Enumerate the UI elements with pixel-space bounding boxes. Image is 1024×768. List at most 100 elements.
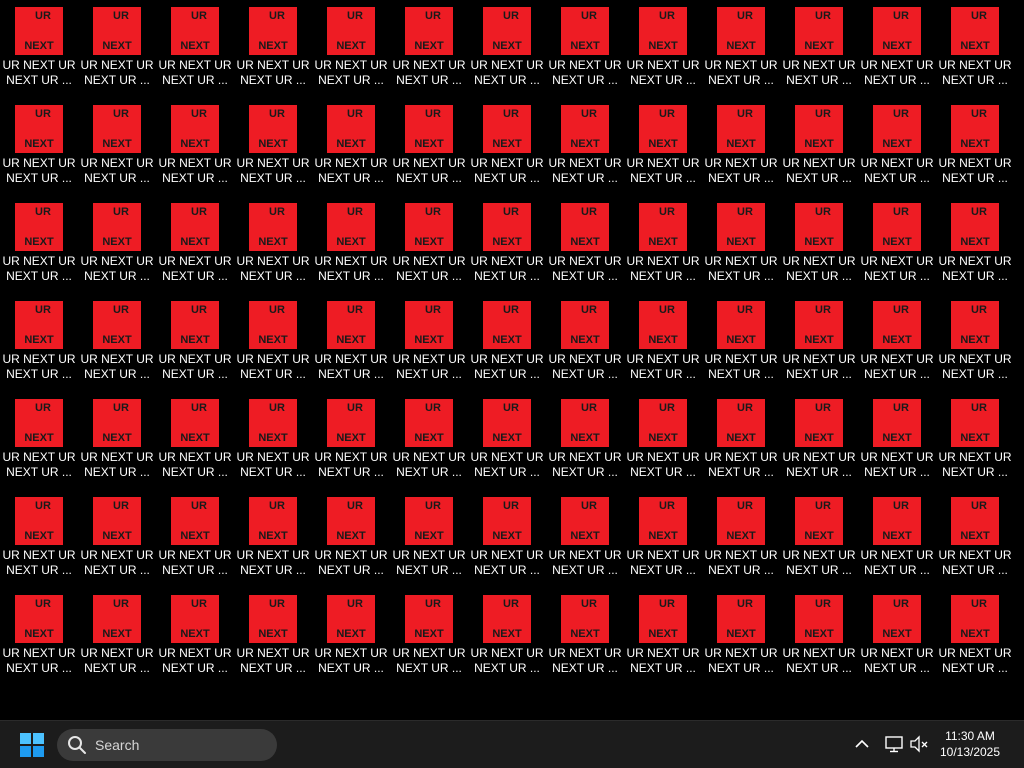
- desktop[interactable]: UR NEXT UR NEXT UR NEXT UR ... UR NEXT UR NEX…: [0, 0, 1024, 720]
- desktop-file-icon[interactable]: UR NEXT UR NEXT UR NEXT UR ...: [858, 196, 936, 294]
- desktop-file-icon[interactable]: UR NEXT UR NEXT UR NEXT UR ...: [312, 196, 390, 294]
- desktop-file-icon[interactable]: UR NEXT UR NEXT UR NEXT UR ...: [0, 196, 78, 294]
- desktop-file-icon[interactable]: UR NEXT UR NEXT UR NEXT UR ...: [702, 0, 780, 98]
- desktop-file-icon[interactable]: UR NEXT UR NEXT UR NEXT UR ...: [780, 196, 858, 294]
- thumbnail-top-text: UR: [815, 10, 831, 22]
- desktop-file-icon[interactable]: UR NEXT UR NEXT UR NEXT UR ...: [780, 588, 858, 686]
- desktop-file-icon[interactable]: UR NEXT UR NEXT UR NEXT UR ...: [468, 392, 546, 490]
- desktop-file-icon[interactable]: UR NEXT UR NEXT UR NEXT UR ...: [858, 490, 936, 588]
- system-clock[interactable]: 11:30 AM 10/13/2025: [934, 728, 1006, 760]
- desktop-file-icon[interactable]: UR NEXT UR NEXT UR NEXT UR ...: [702, 588, 780, 686]
- desktop-file-icon[interactable]: UR NEXT UR NEXT UR NEXT UR ...: [0, 294, 78, 392]
- desktop-file-icon[interactable]: UR NEXT UR NEXT UR NEXT UR ...: [78, 98, 156, 196]
- desktop-file-icon[interactable]: UR NEXT UR NEXT UR NEXT UR ...: [234, 490, 312, 588]
- desktop-file-icon[interactable]: UR NEXT UR NEXT UR NEXT UR ...: [78, 490, 156, 588]
- desktop-file-icon[interactable]: UR NEXT UR NEXT UR NEXT UR ...: [624, 588, 702, 686]
- desktop-file-icon[interactable]: UR NEXT UR NEXT UR NEXT UR ...: [78, 392, 156, 490]
- desktop-file-icon[interactable]: UR NEXT UR NEXT UR NEXT UR ...: [234, 0, 312, 98]
- desktop-file-icon[interactable]: UR NEXT UR NEXT UR NEXT UR ...: [624, 98, 702, 196]
- desktop-file-icon[interactable]: UR NEXT UR NEXT UR NEXT UR ...: [156, 196, 234, 294]
- start-button[interactable]: [14, 730, 50, 760]
- desktop-file-icon[interactable]: UR NEXT UR NEXT UR NEXT UR ...: [0, 0, 78, 98]
- desktop-file-icon[interactable]: UR NEXT UR NEXT UR NEXT UR ...: [858, 0, 936, 98]
- desktop-file-icon[interactable]: UR NEXT UR NEXT UR NEXT UR ...: [312, 392, 390, 490]
- desktop-file-icon[interactable]: UR NEXT UR NEXT UR NEXT UR ...: [780, 0, 858, 98]
- desktop-file-icon[interactable]: UR NEXT UR NEXT UR NEXT UR ...: [858, 588, 936, 686]
- desktop-file-icon[interactable]: UR NEXT UR NEXT UR NEXT UR ...: [468, 196, 546, 294]
- desktop-file-icon[interactable]: UR NEXT UR NEXT UR NEXT UR ...: [546, 196, 624, 294]
- desktop-file-icon[interactable]: UR NEXT UR NEXT UR NEXT UR ...: [702, 392, 780, 490]
- desktop-file-icon[interactable]: UR NEXT UR NEXT UR NEXT UR ...: [702, 196, 780, 294]
- desktop-file-icon[interactable]: UR NEXT UR NEXT UR NEXT UR ...: [390, 588, 468, 686]
- desktop-file-icon[interactable]: UR NEXT UR NEXT UR NEXT UR ...: [936, 294, 1014, 392]
- desktop-file-icon[interactable]: UR NEXT UR NEXT UR NEXT UR ...: [312, 294, 390, 392]
- desktop-file-icon[interactable]: UR NEXT UR NEXT UR NEXT UR ...: [78, 294, 156, 392]
- desktop-file-icon[interactable]: UR NEXT UR NEXT UR NEXT UR ...: [0, 98, 78, 196]
- desktop-file-icon[interactable]: UR NEXT UR NEXT UR NEXT UR ...: [234, 98, 312, 196]
- desktop-file-icon[interactable]: UR NEXT UR NEXT UR NEXT UR ...: [624, 392, 702, 490]
- desktop-file-icon[interactable]: UR NEXT UR NEXT UR NEXT UR ...: [858, 294, 936, 392]
- volume-button[interactable]: [908, 733, 930, 755]
- desktop-file-icon[interactable]: UR NEXT UR NEXT UR NEXT UR ...: [702, 98, 780, 196]
- desktop-file-icon[interactable]: UR NEXT UR NEXT UR NEXT UR ...: [546, 490, 624, 588]
- desktop-file-icon[interactable]: UR NEXT UR NEXT UR NEXT UR ...: [156, 392, 234, 490]
- desktop-file-icon[interactable]: UR NEXT UR NEXT UR NEXT UR ...: [234, 392, 312, 490]
- desktop-file-icon[interactable]: UR NEXT UR NEXT UR NEXT UR ...: [702, 294, 780, 392]
- desktop-file-icon[interactable]: UR NEXT UR NEXT UR NEXT UR ...: [156, 0, 234, 98]
- desktop-file-icon[interactable]: UR NEXT UR NEXT UR NEXT UR ...: [546, 588, 624, 686]
- network-button[interactable]: [883, 733, 905, 755]
- desktop-file-icon[interactable]: UR NEXT UR NEXT UR NEXT UR ...: [312, 490, 390, 588]
- desktop-file-icon[interactable]: UR NEXT UR NEXT UR NEXT UR ...: [546, 98, 624, 196]
- desktop-file-icon[interactable]: UR NEXT UR NEXT UR NEXT UR ...: [702, 490, 780, 588]
- desktop-file-icon[interactable]: UR NEXT UR NEXT UR NEXT UR ...: [546, 294, 624, 392]
- desktop-file-icon[interactable]: UR NEXT UR NEXT UR NEXT UR ...: [0, 490, 78, 588]
- desktop-file-icon[interactable]: UR NEXT UR NEXT UR NEXT UR ...: [780, 392, 858, 490]
- desktop-file-icon[interactable]: UR NEXT UR NEXT UR NEXT UR ...: [624, 294, 702, 392]
- desktop-file-icon[interactable]: UR NEXT UR NEXT UR NEXT UR ...: [936, 392, 1014, 490]
- desktop-file-icon[interactable]: UR NEXT UR NEXT UR NEXT UR ...: [468, 0, 546, 98]
- desktop-file-icon[interactable]: UR NEXT UR NEXT UR NEXT UR ...: [624, 196, 702, 294]
- desktop-file-icon[interactable]: UR NEXT UR NEXT UR NEXT UR ...: [468, 98, 546, 196]
- desktop-file-icon[interactable]: UR NEXT UR NEXT UR NEXT UR ...: [624, 490, 702, 588]
- desktop-file-icon[interactable]: UR NEXT UR NEXT UR NEXT UR ...: [780, 98, 858, 196]
- desktop-file-icon[interactable]: UR NEXT UR NEXT UR NEXT UR ...: [0, 392, 78, 490]
- thumbnail-bottom-text: NEXT: [258, 40, 288, 52]
- desktop-file-icon[interactable]: UR NEXT UR NEXT UR NEXT UR ...: [0, 588, 78, 686]
- desktop-file-icon[interactable]: UR NEXT UR NEXT UR NEXT UR ...: [390, 0, 468, 98]
- desktop-file-icon[interactable]: UR NEXT UR NEXT UR NEXT UR ...: [78, 0, 156, 98]
- desktop-file-icon[interactable]: UR NEXT UR NEXT UR NEXT UR ...: [780, 490, 858, 588]
- desktop-file-icon[interactable]: UR NEXT UR NEXT UR NEXT UR ...: [390, 98, 468, 196]
- desktop-file-icon[interactable]: UR NEXT UR NEXT UR NEXT UR ...: [234, 196, 312, 294]
- tray-overflow-button[interactable]: [851, 733, 873, 755]
- desktop-file-icon[interactable]: UR NEXT UR NEXT UR NEXT UR ...: [390, 196, 468, 294]
- desktop-file-icon[interactable]: UR NEXT UR NEXT UR NEXT UR ...: [312, 0, 390, 98]
- desktop-file-icon[interactable]: UR NEXT UR NEXT UR NEXT UR ...: [780, 294, 858, 392]
- desktop-file-icon[interactable]: UR NEXT UR NEXT UR NEXT UR ...: [234, 588, 312, 686]
- desktop-file-icon[interactable]: UR NEXT UR NEXT UR NEXT UR ...: [624, 0, 702, 98]
- desktop-file-icon[interactable]: UR NEXT UR NEXT UR NEXT UR ...: [936, 490, 1014, 588]
- desktop-file-icon[interactable]: UR NEXT UR NEXT UR NEXT UR ...: [468, 588, 546, 686]
- desktop-file-icon[interactable]: UR NEXT UR NEXT UR NEXT UR ...: [156, 490, 234, 588]
- desktop-file-icon[interactable]: UR NEXT UR NEXT UR NEXT UR ...: [78, 196, 156, 294]
- desktop-file-icon[interactable]: UR NEXT UR NEXT UR NEXT UR ...: [234, 294, 312, 392]
- desktop-file-icon[interactable]: UR NEXT UR NEXT UR NEXT UR ...: [312, 98, 390, 196]
- desktop-file-icon[interactable]: UR NEXT UR NEXT UR NEXT UR ...: [858, 392, 936, 490]
- desktop-file-icon[interactable]: UR NEXT UR NEXT UR NEXT UR ...: [936, 196, 1014, 294]
- desktop-file-icon[interactable]: UR NEXT UR NEXT UR NEXT UR ...: [156, 98, 234, 196]
- desktop-file-icon[interactable]: UR NEXT UR NEXT UR NEXT UR ...: [312, 588, 390, 686]
- desktop-file-icon[interactable]: UR NEXT UR NEXT UR NEXT UR ...: [468, 490, 546, 588]
- desktop-file-icon[interactable]: UR NEXT UR NEXT UR NEXT UR ...: [936, 0, 1014, 98]
- desktop-file-icon[interactable]: UR NEXT UR NEXT UR NEXT UR ...: [78, 588, 156, 686]
- desktop-file-icon[interactable]: UR NEXT UR NEXT UR NEXT UR ...: [546, 392, 624, 490]
- taskbar-search-box[interactable]: Search: [57, 729, 277, 761]
- desktop-file-icon[interactable]: UR NEXT UR NEXT UR NEXT UR ...: [858, 98, 936, 196]
- desktop-file-icon[interactable]: UR NEXT UR NEXT UR NEXT UR ...: [936, 588, 1014, 686]
- desktop-file-icon[interactable]: UR NEXT UR NEXT UR NEXT UR ...: [156, 294, 234, 392]
- desktop-file-icon[interactable]: UR NEXT UR NEXT UR NEXT UR ...: [468, 294, 546, 392]
- desktop-file-icon[interactable]: UR NEXT UR NEXT UR NEXT UR ...: [390, 490, 468, 588]
- desktop-file-icon[interactable]: UR NEXT UR NEXT UR NEXT UR ...: [390, 392, 468, 490]
- desktop-file-icon[interactable]: UR NEXT UR NEXT UR NEXT UR ...: [156, 588, 234, 686]
- desktop-file-icon[interactable]: UR NEXT UR NEXT UR NEXT UR ...: [390, 294, 468, 392]
- desktop-file-icon[interactable]: UR NEXT UR NEXT UR NEXT UR ...: [546, 0, 624, 98]
- desktop-file-icon[interactable]: UR NEXT UR NEXT UR NEXT UR ...: [936, 98, 1014, 196]
